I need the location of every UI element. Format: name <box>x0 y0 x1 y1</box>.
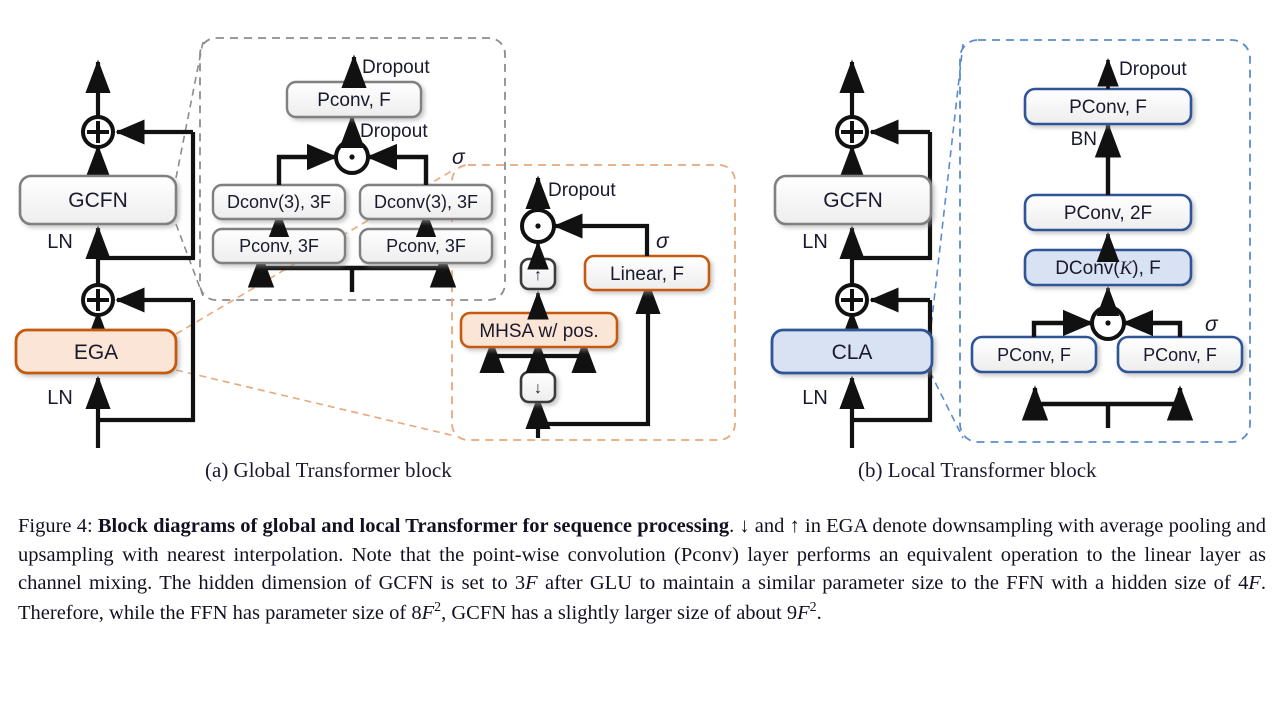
block-gcfn-b[interactable]: GCFN <box>773 174 933 226</box>
block-dconv3-3f-left-label: Dconv(3), 3F <box>227 192 331 212</box>
caption-f1: F <box>525 572 538 595</box>
panel-a-main-column: GCFN EGA LN LN <box>14 59 196 448</box>
block-gcfn-a-label: GCFN <box>68 189 128 212</box>
subcaption-a: (a) Global Transformer block <box>205 458 452 482</box>
block-pconv-f-gcfn-label: Pconv, F <box>317 90 391 111</box>
block-mhsa[interactable]: MHSA w/ pos. <box>459 311 619 349</box>
gate-node-ega <box>520 208 556 244</box>
label-sigma-cla: σ <box>1205 313 1219 336</box>
add-node-top-b <box>835 115 869 149</box>
block-gcfn-b-label: GCFN <box>823 189 883 212</box>
block-pconv-3f-right-label: Pconv, 3F <box>386 236 466 256</box>
label-ln-bottom-b: LN <box>802 387 828 409</box>
block-linear-f[interactable]: Linear, F <box>583 254 711 292</box>
block-downsample[interactable]: ↓ <box>519 370 557 404</box>
block-dconv3-3f-right-label: Dconv(3), 3F <box>374 192 478 212</box>
gate-node-gcfn <box>334 139 370 175</box>
label-ln-top-b: LN <box>802 231 828 253</box>
caption-rest-4: , GCFN has a slightly larger size of abo… <box>441 601 798 624</box>
label-sigma-ega: σ <box>656 230 670 253</box>
caption-prefix: Figure 4: <box>18 515 98 537</box>
block-ega[interactable]: EGA <box>14 328 178 375</box>
block-pconv-f-gcfn[interactable]: Pconv, F <box>285 80 423 119</box>
block-pconv-3f-left[interactable]: Pconv, 3F <box>211 227 347 265</box>
caption-sup-2: 2 <box>809 600 817 616</box>
block-pconv-2f[interactable]: PConv, 2F <box>1023 193 1193 232</box>
label-bn: BN <box>1071 129 1097 150</box>
label-sigma-gcfn: σ <box>452 146 466 169</box>
subcaption-b: (b) Local Transformer block <box>858 458 1097 482</box>
add-node-top <box>81 115 115 149</box>
caption-rest-5: . <box>816 601 822 624</box>
block-mhsa-label: MHSA w/ pos. <box>479 321 598 342</box>
block-pconv-3f-right[interactable]: Pconv, 3F <box>358 227 494 265</box>
figure-page: GCFN EGA LN LN Pconv, 3F Pconv, 3F Dconv… <box>0 0 1280 720</box>
block-ega-label: EGA <box>74 341 118 364</box>
label-dropout-ega: Dropout <box>548 180 616 201</box>
block-pconv-f-left[interactable]: PConv, F <box>970 335 1098 374</box>
ega-detail-content: ↓ MHSA w/ pos. ↑ Linear, F σ Dropout <box>459 175 711 438</box>
caption-f4: F <box>797 601 810 624</box>
caption-bold: Block diagrams of global and local Trans… <box>97 515 730 537</box>
block-pconv-f-top[interactable]: PConv, F <box>1023 87 1193 126</box>
block-pconv-f-left-label: PConv, F <box>997 345 1071 365</box>
label-dropout-cla: Dropout <box>1119 59 1187 80</box>
figure-caption: Figure 4: Block diagrams of global and l… <box>18 512 1266 628</box>
caption-f2: F <box>1248 572 1261 595</box>
gcfn-detail-content: Pconv, 3F Pconv, 3F Dconv(3), 3F Dconv(3… <box>211 54 494 292</box>
block-downsample-label: ↓ <box>534 380 542 397</box>
caption-f3: F <box>421 601 435 624</box>
add-node-bottom-b <box>835 283 869 317</box>
block-upsample-label: ↑ <box>534 267 542 284</box>
block-dconv3-3f-right[interactable]: Dconv(3), 3F <box>358 183 494 221</box>
label-ln-top-a: LN <box>47 231 73 253</box>
block-dconv3-3f-left[interactable]: Dconv(3), 3F <box>211 183 347 221</box>
block-pconv-f-top-label: PConv, F <box>1069 97 1147 118</box>
cla-detail-content: PConv, F PConv, F σ DConv(K), F PConv, 2… <box>970 57 1244 428</box>
block-dconv-k-f[interactable]: DConv(K), F <box>1023 248 1193 287</box>
block-dconv-k-f-label: DConv(K), F <box>1055 258 1161 279</box>
caption-rest-2: after GLU to maintain a similar paramete… <box>537 572 1249 595</box>
add-node-bottom <box>81 283 115 317</box>
block-diagram-figure: GCFN EGA LN LN Pconv, 3F Pconv, 3F Dconv… <box>14 37 1251 448</box>
block-cla[interactable]: CLA <box>770 328 934 375</box>
block-pconv-2f-label: PConv, 2F <box>1064 203 1152 224</box>
label-dropout-gcfn-mid: Dropout <box>360 121 428 142</box>
block-cla-label: CLA <box>832 341 873 364</box>
block-pconv-3f-left-label: Pconv, 3F <box>239 236 319 256</box>
block-pconv-f-right[interactable]: PConv, F <box>1116 335 1244 374</box>
label-ln-bottom-a: LN <box>47 387 73 409</box>
block-upsample[interactable]: ↑ <box>519 257 557 291</box>
gate-node-cla <box>1090 305 1126 341</box>
label-dropout-gcfn-top: Dropout <box>362 57 430 78</box>
block-gcfn-a[interactable]: GCFN <box>18 174 178 226</box>
block-pconv-f-right-label: PConv, F <box>1143 345 1217 365</box>
block-linear-f-label: Linear, F <box>610 264 684 285</box>
panel-b-main-column: GCFN CLA LN LN <box>770 59 934 448</box>
